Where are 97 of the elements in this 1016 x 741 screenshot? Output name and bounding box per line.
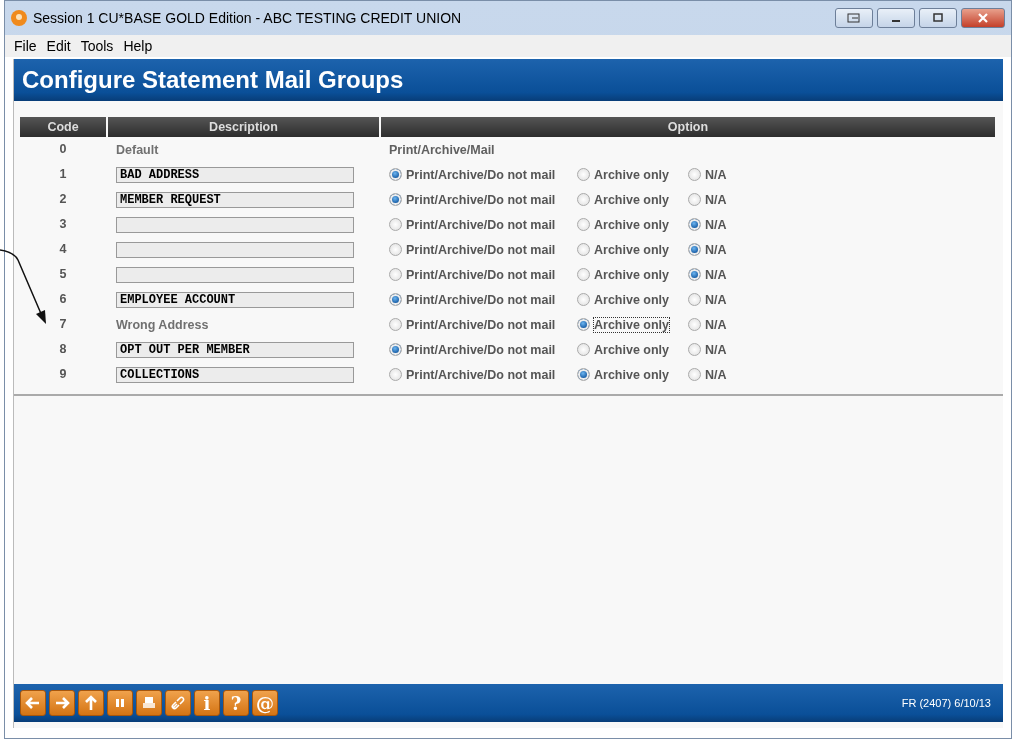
- radio-label[interactable]: Archive only: [593, 241, 671, 258]
- code-cell-text: 6: [58, 291, 68, 308]
- description-field[interactable]: MEMBER REQUEST: [116, 191, 354, 208]
- option-text: Print/Archive/Mail: [389, 142, 495, 157]
- maximize-button[interactable]: [919, 8, 957, 28]
- radio-button[interactable]: [389, 168, 402, 181]
- radio-button[interactable]: [688, 293, 701, 306]
- radio-label[interactable]: N/A: [704, 291, 728, 308]
- radio-label[interactable]: N/A: [704, 366, 728, 383]
- radio-label[interactable]: N/A: [704, 166, 728, 183]
- radio-label[interactable]: Print/Archive/Do not mail: [405, 241, 557, 258]
- radio-label[interactable]: N/A: [704, 316, 728, 333]
- radio-button[interactable]: [577, 368, 590, 381]
- description-field[interactable]: [116, 216, 354, 233]
- close-button[interactable]: [961, 8, 1005, 28]
- radio-label[interactable]: N/A: [704, 241, 728, 258]
- radio-label[interactable]: N/A: [704, 341, 728, 358]
- description-field[interactable]: EMPLOYEE ACCOUNT: [116, 291, 354, 308]
- radio-label[interactable]: Archive only: [593, 166, 671, 183]
- code-cell-text: 9: [58, 366, 68, 383]
- radio-button[interactable]: [389, 218, 402, 231]
- window-title: Session 1 CU*BASE GOLD Edition - ABC TESTING CREDIT UNION: [33, 10, 463, 26]
- menu-item[interactable]: Tools: [75, 38, 119, 54]
- code-cell-text: 3: [58, 216, 68, 233]
- code-cell-text: 2: [58, 191, 68, 208]
- radio-button[interactable]: [389, 243, 402, 256]
- radio-label[interactable]: N/A: [704, 191, 728, 208]
- radio-label[interactable]: N/A: [704, 216, 728, 233]
- page-title: Configure Statement Mail Groups: [14, 59, 1003, 101]
- code-cell-text: 4: [58, 241, 68, 258]
- radio-label[interactable]: Archive only: [593, 366, 671, 383]
- radio-label[interactable]: Archive only: [593, 191, 671, 208]
- radio-label[interactable]: Archive only: [593, 266, 671, 283]
- radio-button[interactable]: [389, 368, 402, 381]
- radio-button[interactable]: [577, 268, 590, 281]
- radio-label[interactable]: Print/Archive/Do not mail: [405, 366, 557, 383]
- radio-label[interactable]: N/A: [704, 266, 728, 283]
- description-text: Default: [116, 142, 159, 157]
- menu-item[interactable]: File: [9, 38, 42, 54]
- menu-item[interactable]: Edit: [41, 38, 76, 54]
- minimize-icon: [892, 20, 900, 22]
- status-text: FR (2407) 6/10/13: [901, 697, 991, 709]
- radio-label[interactable]: Print/Archive/Do not mail: [405, 341, 557, 358]
- radio-label[interactable]: Print/Archive/Do not mail: [405, 316, 557, 333]
- code-cell-text: 7: [58, 316, 68, 333]
- radio-button[interactable]: [389, 318, 402, 331]
- radio-button[interactable]: [389, 268, 402, 281]
- radio-label[interactable]: Print/Archive/Do not mail: [405, 166, 557, 183]
- radio-label[interactable]: Print/Archive/Do not mail: [405, 266, 557, 283]
- column-header: Code: [20, 117, 106, 137]
- radio-label[interactable]: Print/Archive/Do not mail: [405, 291, 557, 308]
- radio-button[interactable]: [577, 243, 590, 256]
- code-cell-text: 1: [58, 166, 68, 183]
- description-field[interactable]: OPT OUT PER MEMBER: [116, 341, 354, 358]
- description-field[interactable]: [116, 241, 354, 258]
- radio-label[interactable]: Archive only: [593, 341, 671, 358]
- radio-button[interactable]: [577, 343, 590, 356]
- radio-label[interactable]: Archive only: [593, 316, 671, 333]
- radio-button[interactable]: [577, 293, 590, 306]
- app-logo-icon: [11, 10, 27, 26]
- radio-button[interactable]: [688, 218, 701, 231]
- code-cell-text: 8: [58, 341, 68, 358]
- radio-label[interactable]: Print/Archive/Do not mail: [405, 191, 557, 208]
- window-icon: [846, 12, 862, 24]
- radio-button[interactable]: [688, 318, 701, 331]
- minimize-button[interactable]: [877, 8, 915, 28]
- radio-button[interactable]: [688, 193, 701, 206]
- restore-window-button[interactable]: [835, 8, 873, 28]
- menu-item[interactable]: Help: [118, 38, 158, 54]
- radio-button[interactable]: [389, 193, 402, 206]
- pause-icon[interactable]: [107, 690, 133, 716]
- radio-button[interactable]: [389, 343, 402, 356]
- radio-button[interactable]: [577, 318, 590, 331]
- radio-button[interactable]: [389, 293, 402, 306]
- close-icon: [977, 12, 989, 24]
- radio-button[interactable]: [688, 368, 701, 381]
- code-cell-text: 5: [58, 266, 68, 283]
- radio-button[interactable]: [577, 218, 590, 231]
- radio-label[interactable]: Archive only: [593, 291, 671, 308]
- description-field[interactable]: BAD ADDRESS: [116, 166, 354, 183]
- radio-button[interactable]: [688, 168, 701, 181]
- printer-icon[interactable]: [136, 690, 162, 716]
- radio-label[interactable]: Print/Archive/Do not mail: [405, 216, 557, 233]
- radio-button[interactable]: [688, 268, 701, 281]
- radio-button[interactable]: [577, 168, 590, 181]
- radio-label[interactable]: Archive only: [593, 216, 671, 233]
- radio-button[interactable]: [577, 193, 590, 206]
- column-header: Option: [381, 117, 995, 137]
- code-cell-text: 0: [58, 141, 68, 158]
- maximize-icon: [932, 12, 944, 24]
- description-text: Wrong Address: [116, 317, 209, 332]
- description-field[interactable]: [116, 266, 354, 283]
- description-field[interactable]: COLLECTIONS: [116, 366, 354, 383]
- column-header: Description: [108, 117, 379, 137]
- link-icon[interactable]: [165, 690, 191, 716]
- radio-button[interactable]: [688, 343, 701, 356]
- radio-button[interactable]: [688, 243, 701, 256]
